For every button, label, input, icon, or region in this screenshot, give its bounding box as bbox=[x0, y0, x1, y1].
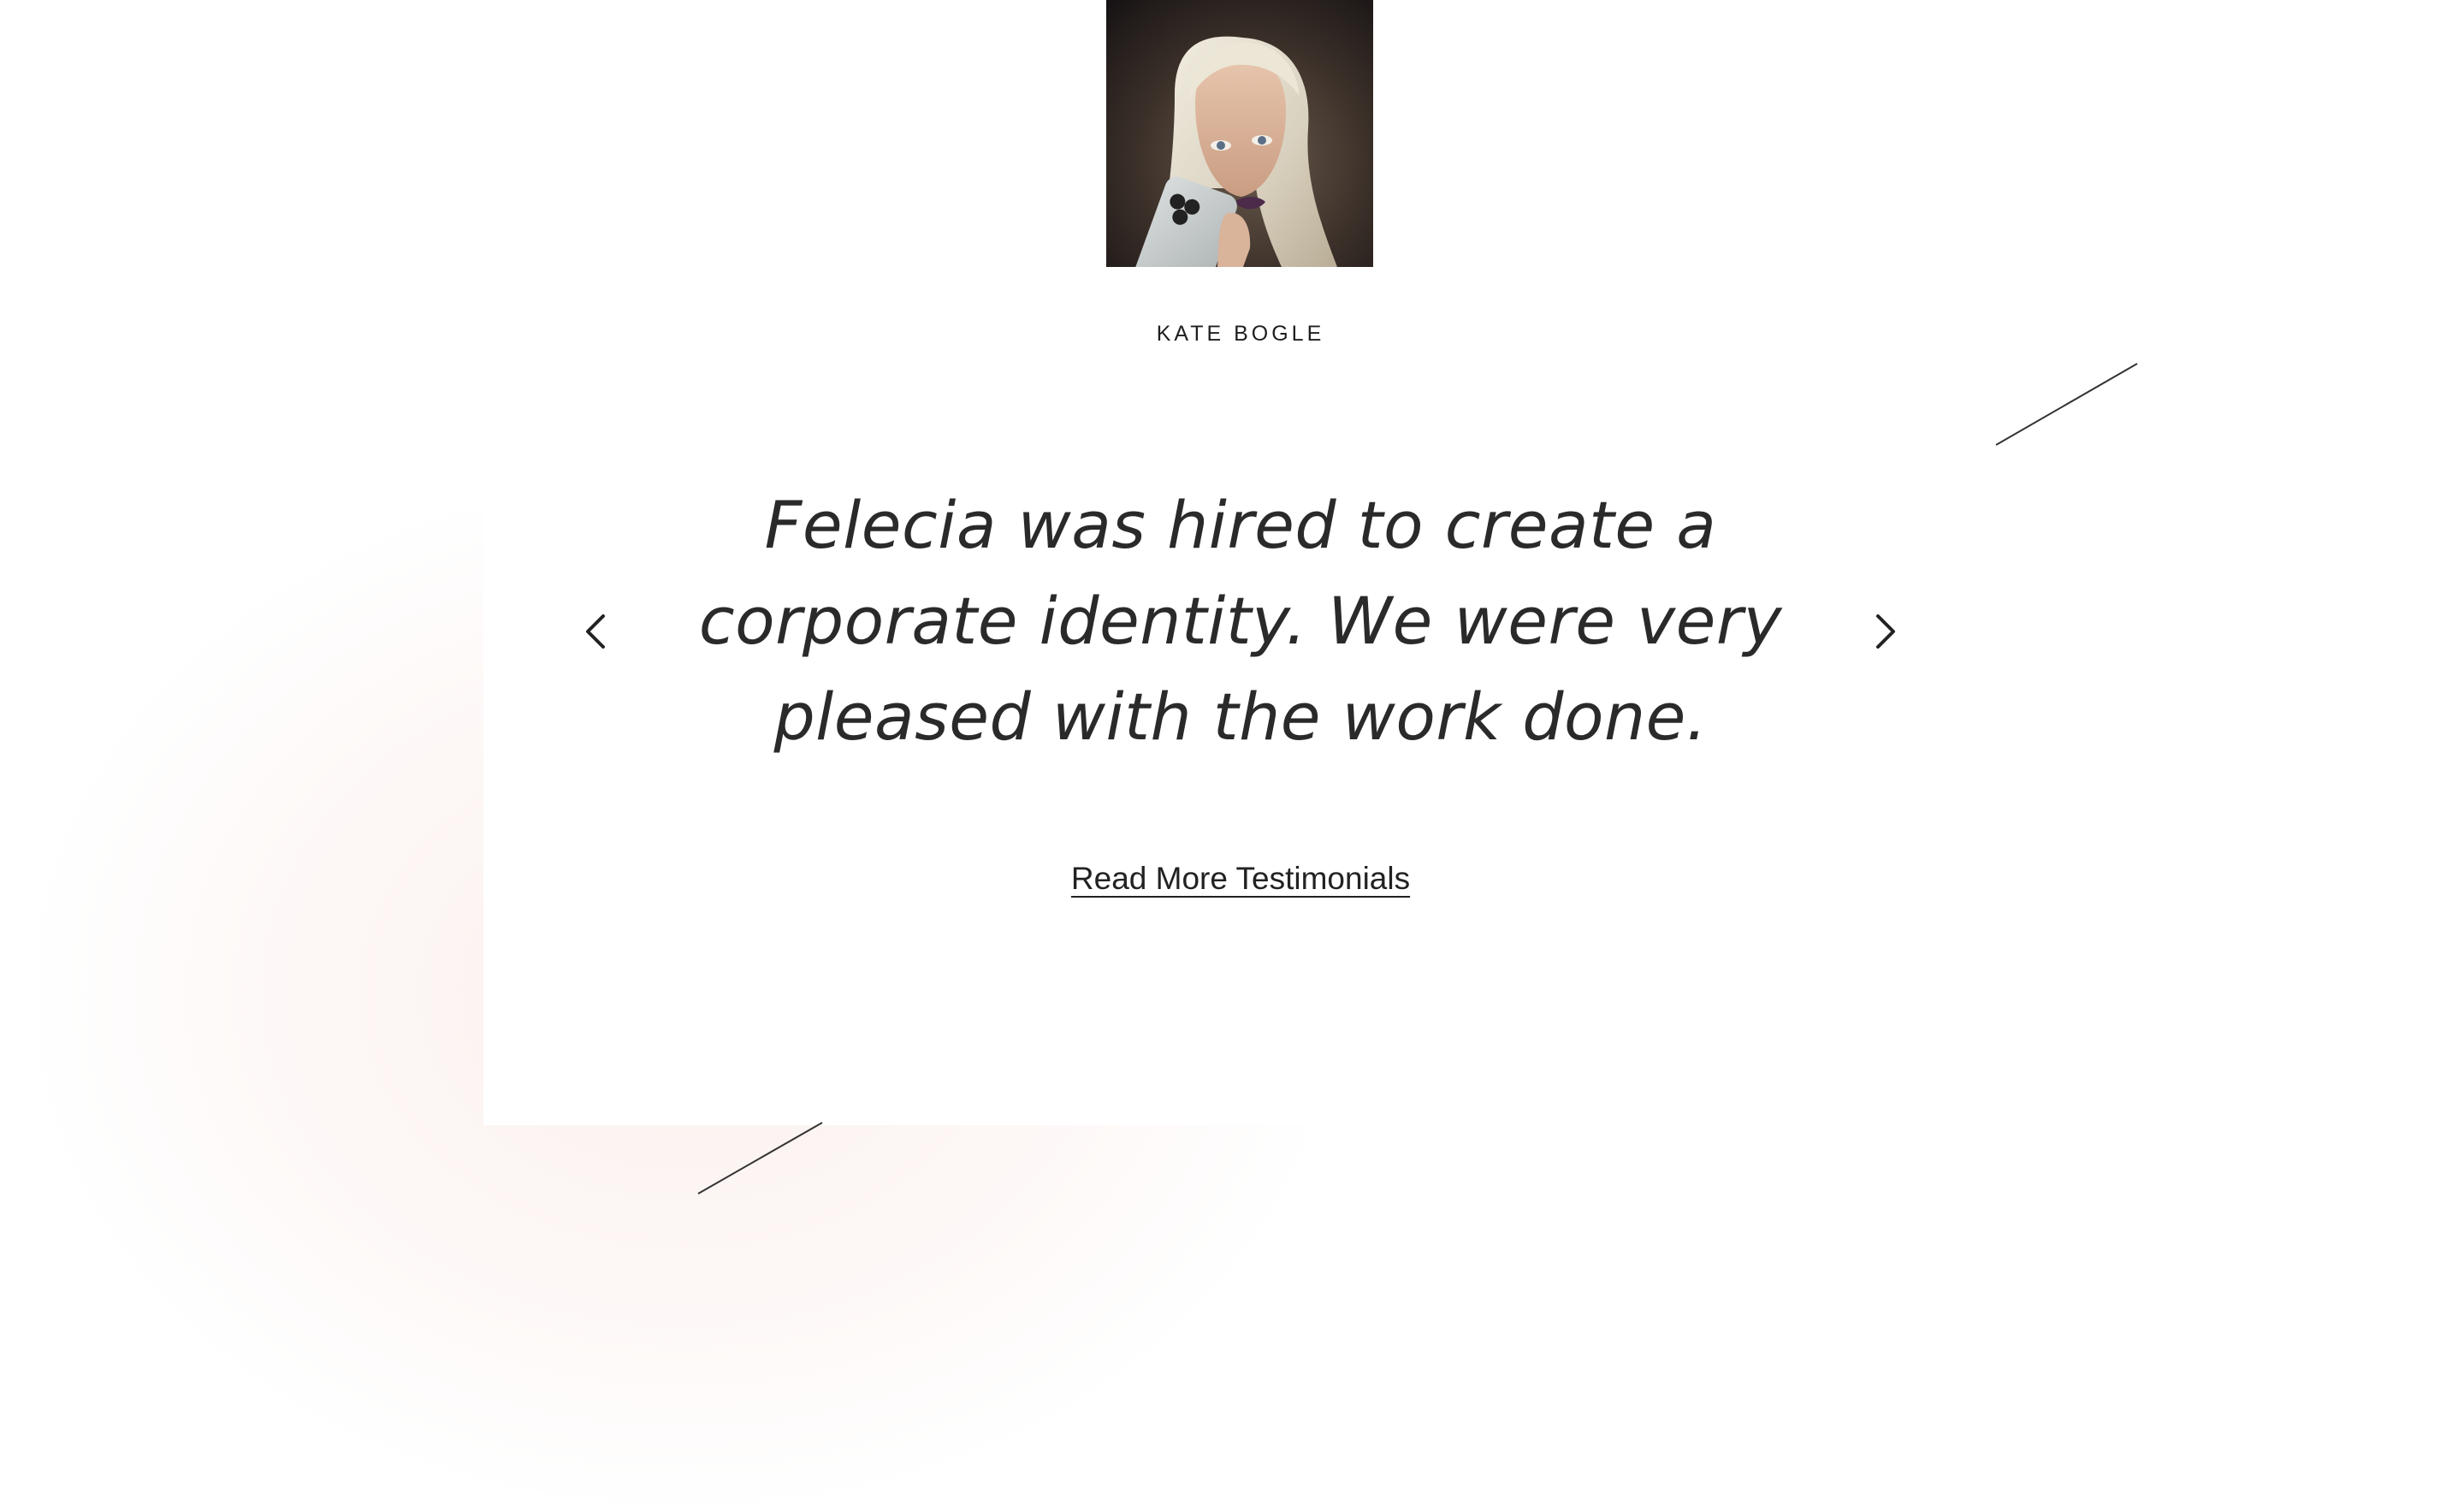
next-testimonial-button[interactable] bbox=[1860, 606, 1911, 657]
chevron-left-icon bbox=[586, 614, 605, 649]
author-portrait bbox=[1106, 0, 1373, 267]
prev-testimonial-button[interactable] bbox=[570, 606, 621, 657]
read-more-testimonials-link[interactable]: Read More Testimonials bbox=[1010, 861, 1472, 897]
decorative-line-top-right bbox=[1995, 363, 2138, 446]
author-name: KATE BOGLE bbox=[1156, 322, 1325, 346]
read-more-label[interactable]: Read More Testimonials bbox=[1071, 861, 1410, 896]
chevron-right-icon bbox=[1876, 614, 1895, 649]
testimonial-quote: Felecia was hired to create a corporate … bbox=[698, 487, 1783, 755]
